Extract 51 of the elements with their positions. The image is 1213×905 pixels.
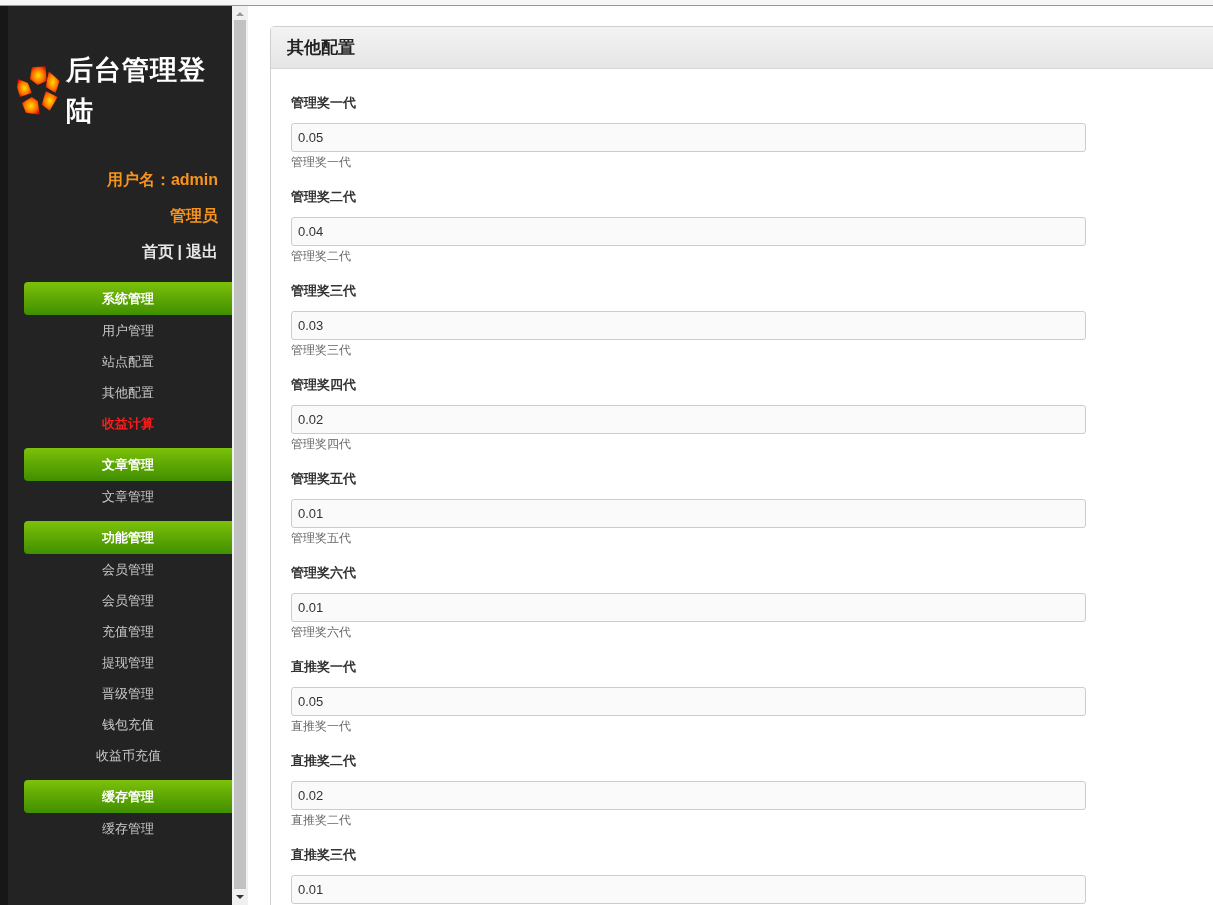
field-label: 管理奖六代 <box>291 564 357 582</box>
menu-item[interactable]: 提现管理 <box>24 647 232 678</box>
menu-item[interactable]: 会员管理 <box>24 585 232 616</box>
field-label: 管理奖五代 <box>291 470 357 488</box>
input-field[interactable]: 0.03 <box>291 311 1086 340</box>
logo-title: 后台管理登陆 <box>65 54 207 128</box>
menu-item[interactable]: 缓存管理 <box>24 813 232 844</box>
menu-item[interactable]: 收益币充值 <box>24 740 232 771</box>
menu-item[interactable]: 文章管理 <box>24 481 232 512</box>
role-label: 管理员 <box>170 206 218 226</box>
menu-item[interactable]: 其他配置 <box>24 377 232 408</box>
field-hint: 管理奖二代 <box>291 248 351 264</box>
input-field[interactable]: 0.01 <box>291 593 1086 622</box>
scrollbar-thumb[interactable] <box>234 20 246 889</box>
field-hint: 管理奖三代 <box>291 342 351 358</box>
link-separator: | <box>177 242 182 262</box>
input-field[interactable]: 0.01 <box>291 875 1086 904</box>
menu-item[interactable]: 站点配置 <box>24 346 232 377</box>
home-link[interactable]: 首页 <box>141 241 174 263</box>
field-hint: 直推奖一代 <box>291 718 351 734</box>
logout-link[interactable]: 退出 <box>186 241 218 263</box>
flower-logo-icon <box>16 64 62 117</box>
field-hint: 管理奖一代 <box>291 154 351 170</box>
input-field[interactable]: 0.02 <box>291 781 1086 810</box>
input-field[interactable]: 0.04 <box>291 217 1086 246</box>
field-hint: 管理奖四代 <box>291 436 351 452</box>
field-label: 管理奖四代 <box>291 376 357 394</box>
username-label: 用户名：admin <box>106 170 218 190</box>
scroll-down-arrow-icon[interactable] <box>236 895 244 899</box>
menu-item[interactable]: 用户管理 <box>24 315 232 346</box>
menu-item[interactable]: 钱包充值 <box>24 709 232 740</box>
scrollbar[interactable] <box>232 6 248 905</box>
input-field[interactable]: 0.05 <box>291 687 1086 716</box>
menu-item[interactable]: 收益计算 <box>24 408 232 439</box>
panel-title: 其他配置 <box>287 36 355 59</box>
scroll-up-arrow-icon[interactable] <box>236 12 244 16</box>
input-field[interactable]: 0.05 <box>291 123 1086 152</box>
field-hint: 管理奖五代 <box>291 530 351 546</box>
input-field[interactable]: 0.01 <box>291 499 1086 528</box>
field-label: 管理奖一代 <box>291 94 357 112</box>
field-label: 直推奖三代 <box>291 846 357 864</box>
field-label: 管理奖三代 <box>291 282 357 300</box>
menu-item[interactable]: 充值管理 <box>24 616 232 647</box>
field-label: 直推奖一代 <box>291 658 357 676</box>
field-label: 直推奖二代 <box>291 752 357 770</box>
field-label: 管理奖二代 <box>291 188 357 206</box>
field-hint: 直推奖二代 <box>291 812 351 828</box>
menu-item[interactable]: 会员管理 <box>24 554 232 585</box>
field-hint: 管理奖六代 <box>291 624 351 640</box>
input-field[interactable]: 0.02 <box>291 405 1086 434</box>
menu-item[interactable]: 晋级管理 <box>24 678 232 709</box>
